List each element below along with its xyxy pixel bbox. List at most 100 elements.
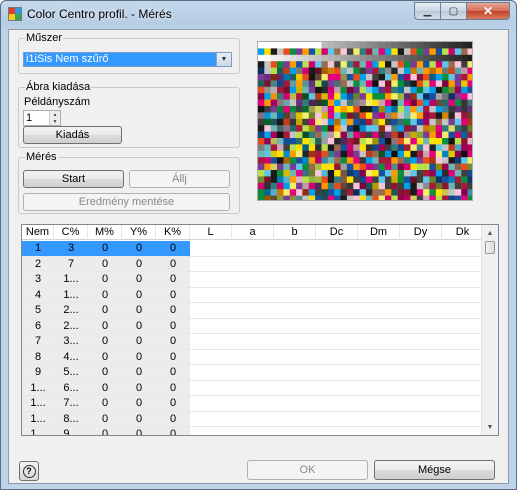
column-header[interactable]: M% (88, 225, 122, 240)
color-patch (435, 86, 443, 94)
color-patch (391, 170, 398, 177)
table-cell (190, 365, 232, 381)
column-header[interactable]: Y% (122, 225, 156, 240)
table-cell: 0 (88, 349, 122, 365)
color-patch (391, 86, 398, 94)
scroll-thumb[interactable] (485, 241, 495, 254)
table-cell (358, 257, 400, 272)
color-patch (289, 150, 297, 158)
table-cell (232, 257, 274, 272)
title-bar[interactable]: Color Centro profil. - Mérés ▁ ▢ ✕ (1, 1, 516, 27)
scroll-down-icon[interactable]: ▼ (482, 419, 498, 435)
table-cell (316, 319, 358, 334)
save-results-button[interactable]: Eredmény mentése (23, 193, 230, 211)
table-row[interactable]: 1... 8... 0 0 0 (22, 411, 484, 427)
color-patch (404, 131, 411, 139)
table-row[interactable]: 8 4... 0 0 0 (22, 349, 484, 365)
spin-up-icon[interactable]: ▲ (49, 111, 60, 118)
color-patch (461, 48, 468, 56)
spin-down-icon[interactable]: ▼ (49, 118, 60, 125)
help-button[interactable]: ? (19, 461, 39, 481)
color-patch (321, 86, 329, 94)
table-row[interactable]: 27000 (22, 256, 484, 272)
color-patch (372, 150, 379, 158)
color-patch (346, 150, 354, 158)
color-patch (308, 150, 316, 158)
table-row[interactable]: 3 1... 0 0 0 (22, 272, 484, 288)
minimize-button[interactable]: ▁ (414, 2, 440, 20)
color-patch (302, 195, 309, 200)
column-header[interactable]: b (274, 225, 316, 240)
color-patch (416, 93, 424, 100)
table-row[interactable]: 5 2... 0 0 0 (22, 303, 484, 319)
instrument-select[interactable]: i1iSis Nem szűrő ▼ (23, 52, 232, 67)
color-patch (353, 125, 360, 132)
color-patch (270, 138, 278, 145)
color-patch (435, 93, 443, 100)
color-patch (461, 131, 468, 139)
color-patch (321, 125, 329, 132)
output-button[interactable]: Kiadás (23, 126, 122, 144)
close-button[interactable]: ✕ (466, 2, 510, 20)
table-cell (190, 427, 232, 435)
table-row[interactable]: 7 3... 0 0 0 (22, 334, 484, 350)
color-patch (296, 74, 303, 81)
color-patch (442, 99, 449, 107)
color-patch (346, 182, 354, 190)
stop-button[interactable]: Állj (129, 170, 230, 188)
start-button[interactable]: Start (23, 170, 124, 188)
color-patch (346, 99, 354, 107)
column-header[interactable]: L (190, 225, 232, 240)
color-patch (365, 61, 373, 68)
column-header[interactable]: C% (54, 225, 88, 240)
vertical-scrollbar[interactable]: ▲ ▼ (481, 225, 498, 435)
column-header[interactable]: Dm (358, 225, 400, 240)
color-patch (442, 42, 449, 49)
cancel-button[interactable]: Mégse (374, 460, 495, 480)
color-patch (334, 118, 341, 126)
scroll-up-icon[interactable]: ▲ (482, 225, 498, 241)
table-row[interactable]: 9 5... 0 0 0 (22, 365, 484, 381)
table-row[interactable]: 6 2... 0 0 0 (22, 318, 484, 334)
table-row[interactable]: 1... 6... 0 0 0 (22, 380, 484, 396)
color-patch (461, 93, 468, 100)
column-header[interactable]: a (232, 225, 274, 240)
color-patch (327, 144, 335, 152)
color-patch (289, 67, 297, 75)
table-row[interactable]: 13000 (22, 241, 484, 257)
color-patch (346, 131, 354, 139)
color-patch (353, 93, 360, 100)
color-patch (340, 86, 348, 94)
color-patch (410, 144, 417, 152)
color-patch (385, 86, 392, 94)
chevron-down-icon[interactable]: ▼ (216, 53, 231, 66)
column-header[interactable]: K% (156, 225, 190, 240)
table-row[interactable]: 1... 7... 0 0 0 (22, 396, 484, 412)
minimize-icon: ▁ (423, 5, 432, 17)
color-patch (353, 42, 360, 49)
table-cell (400, 412, 442, 427)
table-cell: 0 (88, 287, 122, 303)
table-row[interactable]: 1... 9... 0 0 0 (22, 427, 484, 435)
color-patch (340, 157, 348, 164)
color-patch (372, 42, 379, 49)
color-patch (410, 93, 417, 100)
copies-stepper[interactable]: 1 ▲ ▼ (23, 110, 61, 126)
ok-button[interactable]: OK (247, 460, 368, 480)
copies-value[interactable]: 1 (26, 112, 32, 124)
column-header[interactable]: Dc (316, 225, 358, 240)
color-patch (283, 54, 290, 62)
color-patch (365, 106, 373, 113)
color-patch (283, 189, 290, 196)
maximize-button[interactable]: ▢ (440, 2, 466, 20)
color-patch (353, 80, 360, 88)
color-patch (454, 125, 462, 132)
color-patch (327, 74, 335, 81)
column-header[interactable]: Nem (22, 225, 54, 240)
color-patch (296, 80, 303, 88)
table-cell: 0 (88, 303, 122, 319)
table-row[interactable]: 4 1... 0 0 0 (22, 287, 484, 303)
table-cell (232, 288, 274, 303)
column-header[interactable]: Dy (400, 225, 442, 240)
column-header[interactable]: Dk (442, 225, 484, 240)
